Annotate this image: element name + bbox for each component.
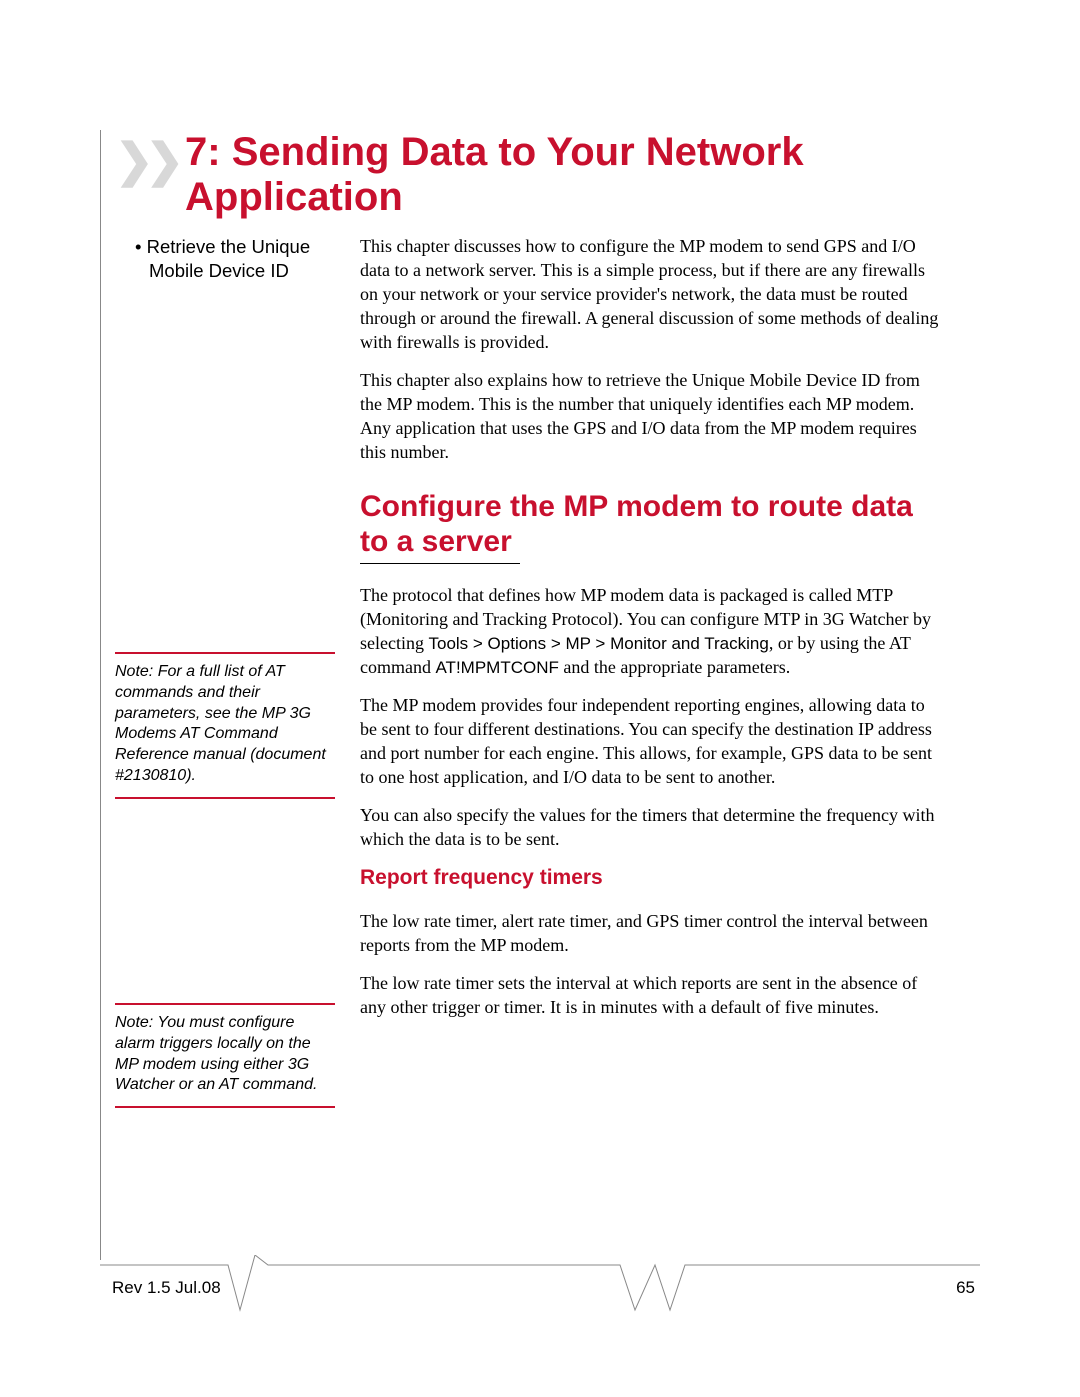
margin-note-text: Note: You must configure alarm triggers …	[115, 1014, 317, 1093]
menu-path: Tools > Options > MP > Monitor and Track…	[428, 634, 768, 653]
margin-note-alarm-triggers: Note: You must configure alarm triggers …	[115, 1003, 335, 1108]
timers-paragraph-2: The low rate timer sets the interval at …	[360, 972, 940, 1020]
chapter-name: Sending Data to Your Network Application	[185, 130, 804, 219]
main-column: This chapter discusses how to configure …	[360, 235, 940, 1034]
at-command: AT!MPMTCONF	[435, 658, 558, 677]
subsection-heading-timers: Report frequency timers	[360, 866, 940, 890]
configure-paragraph-2: The MP modem provides four independent r…	[360, 694, 940, 790]
intro-paragraph-2: This chapter also explains how to retrie…	[360, 369, 940, 465]
footer-ecg-decoration-icon	[100, 1255, 980, 1315]
chapter-title: 7: Sending Data to Your Network Applicat…	[185, 130, 945, 220]
toc-item: • Retrieve the Unique Mobile Device ID	[135, 235, 335, 283]
margin-rule	[100, 130, 101, 1260]
toc-item-label: Retrieve the Unique Mobile Device ID	[147, 236, 311, 281]
heading-rule	[360, 563, 520, 564]
toc-sidebar: • Retrieve the Unique Mobile Device ID	[135, 235, 335, 283]
timers-paragraph-1: The low rate timer, alert rate timer, an…	[360, 910, 940, 958]
intro-paragraph-1: This chapter discusses how to configure …	[360, 235, 940, 355]
configure-paragraph-3: You can also specify the values for the …	[360, 804, 940, 852]
text-run: and the appropriate parameters.	[559, 657, 790, 677]
heading-chevron-icon: ❯❯	[115, 133, 176, 187]
configure-paragraph-1: The protocol that defines how MP modem d…	[360, 584, 940, 680]
margin-note-at-commands: Note: For a full list of AT commands and…	[115, 652, 335, 799]
chapter-number: 7	[185, 130, 207, 174]
section-heading-configure: Configure the MP modem to route data to …	[360, 490, 940, 559]
margin-note-text: Note: For a full list of AT commands and…	[115, 663, 326, 784]
